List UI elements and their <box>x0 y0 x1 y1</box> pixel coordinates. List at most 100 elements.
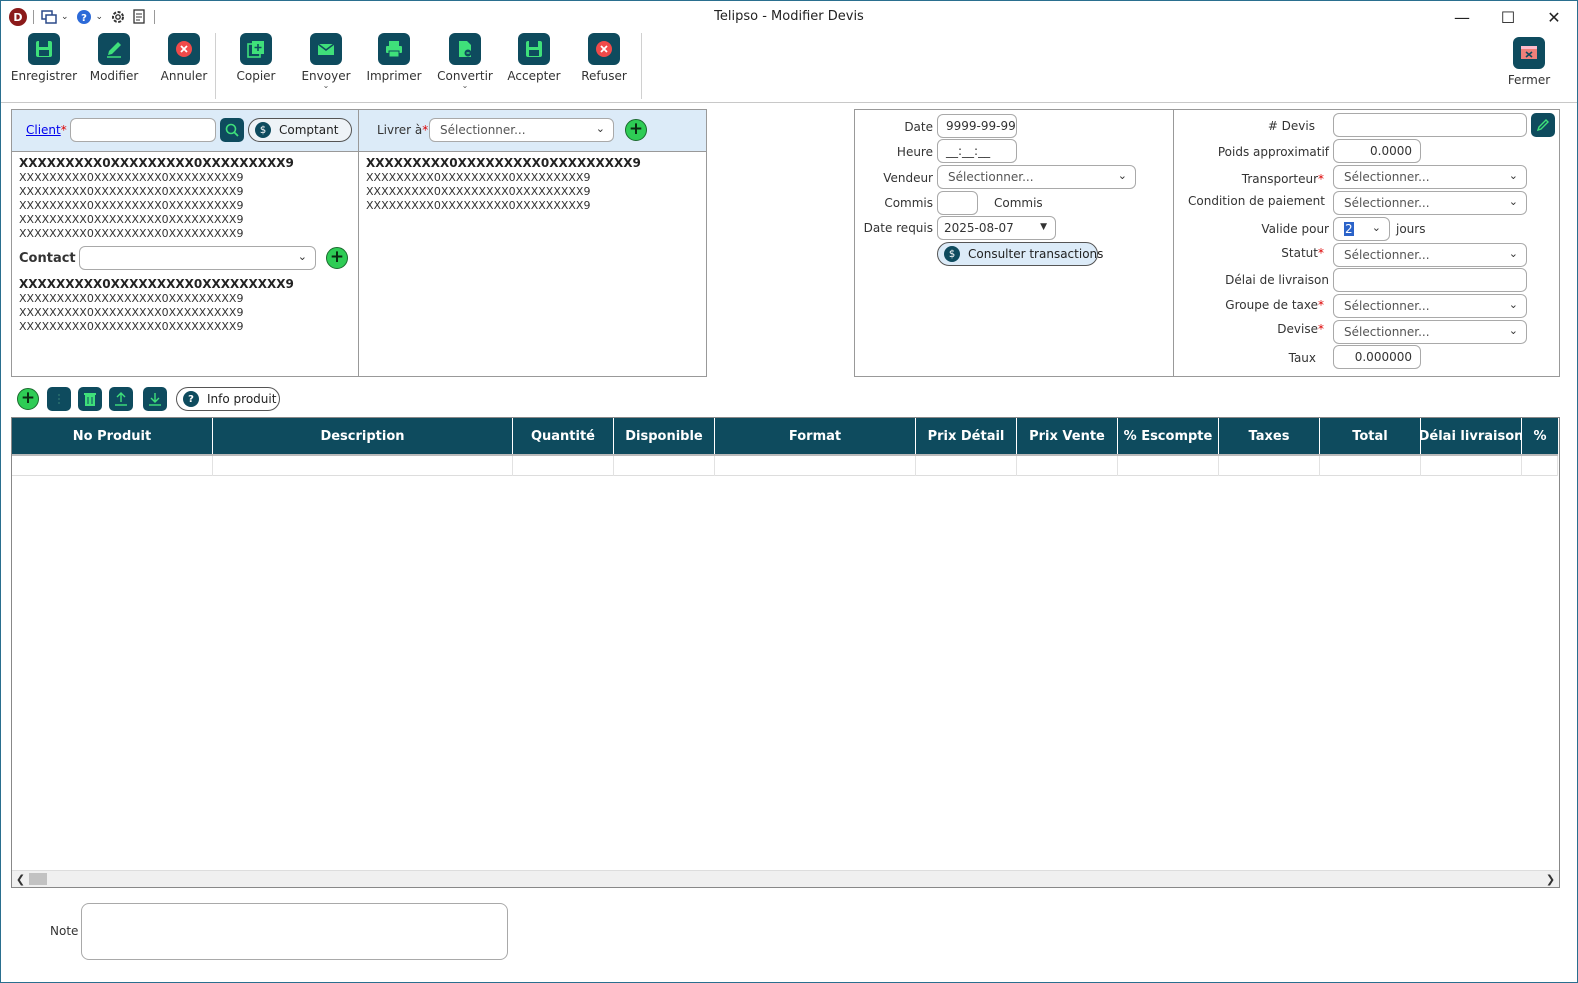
maximize-icon[interactable]: ☐ <box>1485 1 1531 33</box>
client-label[interactable]: Client* <box>26 123 67 137</box>
statut-label-text: Statut <box>1281 246 1318 260</box>
table-cell[interactable] <box>916 456 1017 476</box>
chevron-down-icon: ⌄ <box>1508 324 1518 337</box>
devis-input[interactable] <box>1333 113 1527 137</box>
modifier-label: Modifier <box>89 69 139 83</box>
taux-input[interactable]: 0.000000 <box>1333 345 1421 369</box>
consulter-transactions-button[interactable]: $ Consulter transactions <box>937 242 1103 266</box>
table-cell[interactable] <box>1522 456 1558 476</box>
condition-select[interactable]: Sélectionner... ⌄ <box>1333 191 1527 215</box>
horizontal-scrollbar[interactable]: ❮ ❯ <box>12 870 1559 887</box>
valide-value: 2 <box>1344 222 1354 236</box>
column-header[interactable]: Total <box>1320 418 1421 454</box>
column-header[interactable]: Description <box>213 418 513 454</box>
fermer-button[interactable]: Fermer <box>1493 37 1565 87</box>
close-icon[interactable]: ✕ <box>1531 1 1577 33</box>
vendeur-select[interactable]: Sélectionner... ⌄ <box>937 165 1136 189</box>
move-line-button[interactable] <box>47 387 71 411</box>
accepter-button[interactable]: Accepter <box>498 33 570 83</box>
add-line-button[interactable]: + <box>17 388 39 410</box>
poids-input[interactable]: 0.0000 <box>1333 139 1421 163</box>
client-link[interactable]: Client <box>26 123 61 137</box>
column-header[interactable]: Disponible <box>614 418 715 454</box>
groupe-taxe-select[interactable]: Sélectionner... ⌄ <box>1333 294 1527 318</box>
heure-input[interactable]: __:__:__ <box>937 139 1017 163</box>
heure-label: Heure <box>896 145 933 159</box>
table-cell[interactable] <box>1118 456 1219 476</box>
scroll-right-icon[interactable]: ❯ <box>1542 871 1559 887</box>
statut-value: Sélectionner... <box>1344 248 1430 262</box>
column-header[interactable]: Prix Vente <box>1017 418 1118 454</box>
livrer-address-line: XXXXXXXXX0XXXXXXXXX0XXXXXXXXX9 <box>366 199 591 212</box>
move-up-button[interactable] <box>109 387 133 411</box>
valide-select[interactable]: 2 ⌄ <box>1333 217 1390 241</box>
table-cell[interactable] <box>513 456 614 476</box>
column-header[interactable]: Quantité <box>513 418 614 454</box>
transporteur-select[interactable]: Sélectionner... ⌄ <box>1333 165 1527 189</box>
column-header[interactable]: No Produit <box>12 418 213 454</box>
convertir-button[interactable]: Convertir ⌄ <box>429 33 501 90</box>
minimize-icon[interactable]: — <box>1439 1 1485 33</box>
chevron-down-icon: ⌄ <box>1371 221 1381 234</box>
info-produit-label: Info produit <box>207 392 277 406</box>
column-header[interactable]: Format <box>715 418 916 454</box>
product-grid: No Produit Description Quantité Disponib… <box>11 417 1560 888</box>
livrer-label: Livrer à* <box>377 123 429 137</box>
comptant-button[interactable]: $ Comptant <box>248 118 352 142</box>
scrollbar-thumb[interactable] <box>29 873 47 885</box>
search-button[interactable] <box>220 118 244 142</box>
table-row[interactable] <box>12 454 1558 476</box>
contact-address-line: XXXXXXXXX0XXXXXXXXX0XXXXXXXXX9 <box>19 292 244 305</box>
table-cell[interactable] <box>1017 456 1118 476</box>
delete-line-button[interactable] <box>78 387 102 411</box>
statut-select[interactable]: Sélectionner... ⌄ <box>1333 243 1527 267</box>
livrer-label-text: Livrer à <box>377 123 423 137</box>
condition-label: Condition de paiement <box>1188 194 1325 208</box>
ribbon-toolbar: Enregistrer Modifier Annuler Copier Envo… <box>1 33 1577 103</box>
table-cell[interactable] <box>715 456 916 476</box>
commis-input[interactable] <box>937 191 978 215</box>
delai-input[interactable] <box>1333 268 1527 292</box>
column-header[interactable]: Délai livraison <box>1421 418 1522 454</box>
livrer-select[interactable]: Sélectionner... ⌄ <box>429 118 614 142</box>
column-header[interactable]: Taxes <box>1219 418 1320 454</box>
column-header[interactable]: % <box>1522 418 1558 454</box>
envoyer-button[interactable]: Envoyer ⌄ <box>290 33 362 90</box>
table-cell[interactable] <box>1219 456 1320 476</box>
grid-header: No Produit Description Quantité Disponib… <box>12 418 1558 454</box>
copier-button[interactable]: Copier <box>220 33 292 83</box>
column-header[interactable]: Prix Détail <box>916 418 1017 454</box>
devise-select[interactable]: Sélectionner... ⌄ <box>1333 320 1527 344</box>
add-contact-button[interactable]: + <box>326 247 348 269</box>
note-label: Note <box>50 924 79 938</box>
column-header[interactable]: % Escompte <box>1118 418 1219 454</box>
edit-devis-button[interactable] <box>1531 113 1555 137</box>
add-address-button[interactable]: + <box>625 119 647 141</box>
move-down-button[interactable] <box>143 387 167 411</box>
valide-label: Valide pour <box>1261 222 1329 236</box>
table-cell[interactable] <box>1421 456 1522 476</box>
contact-select[interactable]: ⌄ <box>79 246 316 270</box>
table-cell[interactable] <box>1320 456 1421 476</box>
note-textarea[interactable] <box>81 903 508 960</box>
poids-label: Poids approximatif <box>1217 145 1329 159</box>
client-input[interactable] <box>70 118 216 142</box>
info-produit-button[interactable]: ? Info produit <box>176 387 280 411</box>
scroll-left-icon[interactable]: ❮ <box>12 871 29 887</box>
date-input[interactable]: 9999-99-99 <box>937 114 1017 138</box>
chevron-down-icon: ⌄ <box>322 81 330 90</box>
refuser-button[interactable]: Refuser <box>568 33 640 83</box>
date-requis-picker[interactable]: 2025-08-07 ▼ <box>937 216 1056 240</box>
contact-address: XXXXXXXXX0XXXXXXXXX0XXXXXXXXX9 XXXXXXXXX… <box>19 276 294 334</box>
enregistrer-button[interactable]: Enregistrer <box>8 33 80 83</box>
arrow-up-icon <box>115 392 127 406</box>
annuler-button[interactable]: Annuler <box>148 33 220 83</box>
imprimer-button[interactable]: Imprimer <box>358 33 430 83</box>
client-address-line: XXXXXXXXX0XXXXXXXXX0XXXXXXXXX9 <box>19 213 244 226</box>
table-cell[interactable] <box>614 456 715 476</box>
dropdown-arrow-icon: ▼ <box>1040 222 1047 232</box>
transporteur-label: Transporteur* <box>1241 172 1324 186</box>
table-cell[interactable] <box>12 456 213 476</box>
table-cell[interactable] <box>213 456 513 476</box>
modifier-button[interactable]: Modifier <box>78 33 150 83</box>
